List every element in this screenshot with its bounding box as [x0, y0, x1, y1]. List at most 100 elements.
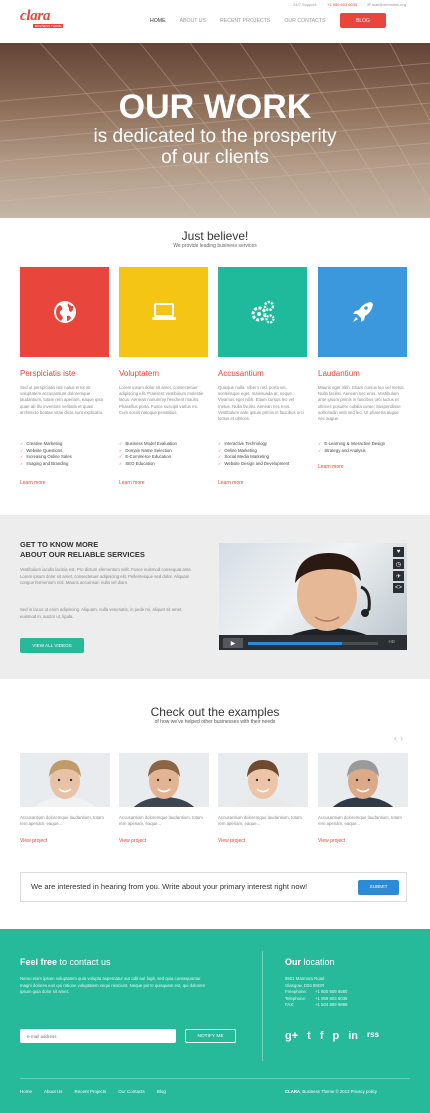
rocket-icon — [352, 302, 373, 322]
video-progress-bar[interactable] — [248, 642, 378, 645]
google-plus-icon[interactable]: g+ — [285, 1030, 298, 1042]
feature-tile-2[interactable] — [119, 267, 208, 357]
video-player[interactable]: ♥ ◷ ✈ <> ▶ HD — [219, 543, 407, 650]
copyright: CLARA, Business Theme © 2013 Privacy pol… — [285, 1089, 377, 1094]
freephone-value: +1 800 559 6580 — [315, 989, 348, 995]
view-project-link[interactable]: View project — [20, 838, 47, 844]
linkedin-icon[interactable]: in — [348, 1030, 358, 1042]
address-line-2: Glasgow, D04 89GR — [285, 982, 325, 988]
play-button[interactable]: ▶ — [223, 638, 243, 648]
email-input[interactable] — [20, 1029, 176, 1043]
feature-2-learn-more[interactable]: Learn more — [119, 480, 145, 486]
facebook-icon[interactable]: f — [320, 1030, 324, 1042]
pinterest-icon[interactable]: p — [333, 1030, 340, 1042]
footer-nav-contacts[interactable]: Our Contacts — [118, 1089, 145, 1094]
embed-icon[interactable]: <> — [393, 583, 404, 593]
feature-4-text: Mauris eget nibh. Etiam cursus leo vel m… — [318, 385, 405, 422]
nav-item-about[interactable]: About Us — [180, 18, 206, 24]
feature-tile-3[interactable] — [218, 267, 307, 357]
logo-tagline: BUSINESS THEME — [33, 24, 64, 28]
feature-3-title: Accusantium — [218, 369, 264, 378]
blog-button[interactable]: Blog — [340, 13, 386, 28]
view-project-link[interactable]: View project — [119, 838, 146, 844]
example-text: Accusantium doloremque laudantium, totam… — [20, 815, 104, 827]
share-icon[interactable]: ✈ — [393, 571, 404, 581]
view-project-link[interactable]: View project — [318, 838, 345, 844]
feature-2-list: Business Model Evaluation Domain Name Se… — [119, 441, 209, 467]
footer-nav-projects[interactable]: Recent Projects — [75, 1089, 107, 1094]
copyright-brand: CLARA — [285, 1089, 301, 1094]
list-item: Increasing Online Sales — [20, 454, 110, 461]
feature-1-learn-more[interactable]: Learn more — [20, 480, 46, 486]
carousel-arrows[interactable]: ‹› — [394, 733, 406, 743]
support-label: 24/7 Support: — [293, 2, 318, 7]
nav-item-contacts[interactable]: Our Contacts — [284, 18, 325, 24]
believe-title: Just believe! — [181, 229, 249, 243]
list-item: Website Questions — [20, 448, 110, 455]
nav-item-home[interactable]: Home — [150, 18, 166, 24]
view-all-videos-button[interactable]: View all videos — [20, 638, 84, 653]
example-photo[interactable] — [218, 753, 308, 807]
feature-2-title: Voluptatem — [119, 369, 160, 378]
feature-1-list: Creative Marketing Website Questions Inc… — [20, 441, 110, 467]
freephone-row: Freephone: +1 800 559 6580 — [285, 989, 347, 996]
footer-nav-about[interactable]: About Us — [44, 1089, 63, 1094]
hero-title: OUR WORK — [118, 88, 312, 126]
rss-icon[interactable]: rss — [367, 1030, 379, 1042]
cta-text: We are interested in hearing from you. W… — [31, 882, 308, 891]
phone-link[interactable]: +1 959 603 6035 — [327, 2, 357, 7]
submit-button[interactable]: Submit — [358, 880, 399, 895]
twitter-icon[interactable]: t — [307, 1030, 311, 1042]
example-text: Accusantium doloremque laudantium, totam… — [318, 815, 402, 827]
feature-3-text: Quisque nulla. Vibero nisl, porta vel, s… — [218, 385, 304, 422]
clock-icon[interactable]: ◷ — [393, 559, 404, 569]
feature-3-learn-more[interactable]: Learn more — [218, 480, 244, 486]
logo[interactable]: clara BUSINESS THEME — [20, 8, 64, 29]
example-photo[interactable] — [318, 753, 408, 807]
email-text: mail@demolink.org — [371, 2, 406, 7]
list-item: Imaging and Branding — [20, 461, 110, 468]
feature-4-learn-more[interactable]: Learn more — [318, 464, 344, 470]
list-item: E-Learning & Interactive Design — [318, 441, 408, 448]
location-heading-rest: location — [301, 957, 335, 967]
list-item: Website Design and Development — [218, 461, 308, 468]
main-nav: Home About Us Recent Projects Our Contac… — [150, 18, 325, 24]
list-item: Strategy and Analysis — [318, 448, 408, 455]
gears-icon — [251, 300, 275, 324]
hero-subtitle-line2: of our clients — [161, 147, 269, 168]
heart-icon[interactable]: ♥ — [393, 547, 404, 557]
services-title: Get to know more about our reliable serv… — [20, 540, 145, 560]
video-progress-fill — [248, 642, 342, 645]
top-bar: 24/7 Support: +1 959 603 6035 ✉ mail@dem… — [0, 0, 430, 9]
footer-nav: Home About Us Recent Projects Our Contac… — [20, 1089, 166, 1094]
list-item: Social Media Marketing — [218, 454, 308, 461]
feature-tile-1[interactable] — [20, 267, 109, 357]
view-project-link[interactable]: View project — [218, 838, 245, 844]
hero-subtitle-line1: is dedicated to the prosperity — [93, 126, 337, 147]
examples-subtitle: of how we've helped other businesses wit… — [154, 719, 276, 725]
header: clara BUSINESS THEME Home About Us Recen… — [0, 9, 430, 35]
address-line-1: 8901 Marmora Road — [285, 976, 325, 981]
footer-rule — [20, 1078, 410, 1079]
services-section: Get to know more about our reliable serv… — [0, 515, 430, 679]
list-item: Domain Name Selection — [119, 448, 209, 455]
footer-nav-blog[interactable]: Blog — [157, 1089, 166, 1094]
footer-nav-home[interactable]: Home — [20, 1089, 32, 1094]
location-heading-bold: Our — [285, 957, 302, 967]
contact-cta: We are interested in hearing from you. W… — [20, 872, 407, 902]
example-photo[interactable] — [119, 753, 209, 807]
notify-me-button[interactable]: Notify me — [185, 1029, 236, 1043]
copyright-text: , Business Theme © 2013 Privacy policy — [300, 1089, 377, 1094]
location-details: 8901 Marmora Road Glasgow, D04 89GR Free… — [285, 976, 347, 1009]
nav-item-projects[interactable]: Recent Projects — [220, 18, 270, 24]
list-item: Interactive Technology — [218, 441, 308, 448]
feature-tile-4[interactable] — [318, 267, 407, 357]
email-link[interactable]: ✉ mail@demolink.org — [367, 2, 406, 7]
feature-1-title: Perspiciatis iste — [20, 369, 76, 378]
telephone-label: Telephone: — [285, 995, 307, 1001]
feature-2-text: Lorem ipsum dolor sit amet, consectetuer… — [119, 385, 204, 415]
hd-toggle[interactable]: HD — [389, 639, 396, 644]
example-photo[interactable] — [20, 753, 110, 807]
feature-3-list: Interactive Technology Online Marketing … — [218, 441, 308, 467]
logo-name: clara — [20, 8, 51, 24]
